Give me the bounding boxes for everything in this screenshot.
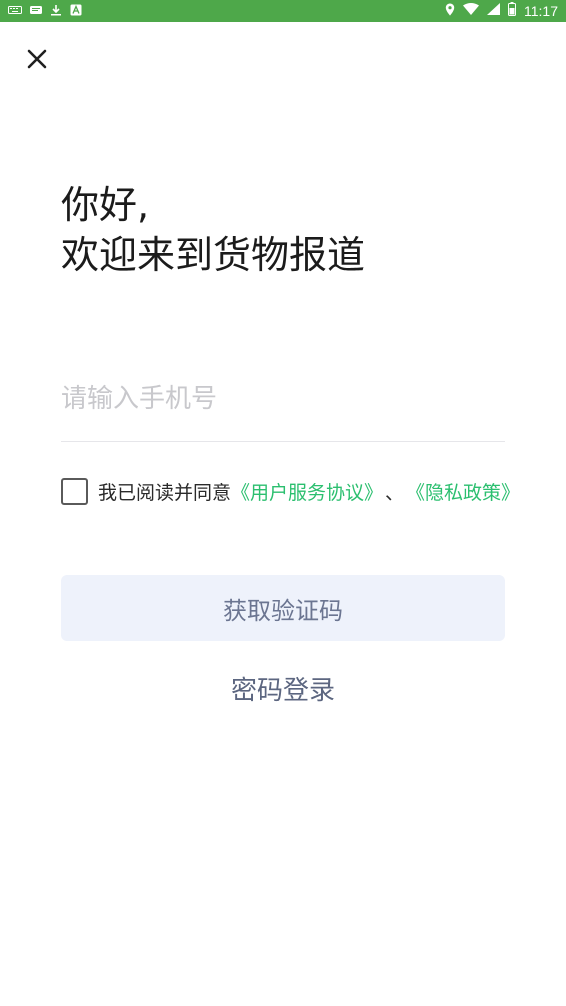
- agreement-prefix: 我已阅读并同意: [98, 482, 232, 504]
- agreement-row: 我已阅读并同意 《用户服务协议》 、 《隐私政策》: [61, 478, 520, 505]
- download-icon: [50, 4, 62, 18]
- close-icon: [27, 49, 47, 73]
- agreement-separator: 、: [385, 482, 405, 504]
- wifi-icon: [463, 3, 479, 19]
- password-login-link[interactable]: 密码登录: [0, 670, 566, 707]
- keyboard-icon: [8, 5, 22, 17]
- signal-icon: [487, 3, 500, 19]
- location-icon: [445, 3, 455, 20]
- phone-field-wrapper: [61, 370, 505, 442]
- greeting-line-2: 欢迎来到货物报道: [61, 233, 366, 277]
- greeting-line-1: 你好,: [61, 183, 150, 227]
- user-agreement-link[interactable]: 《用户服务协议》: [231, 478, 383, 505]
- a-icon: [70, 4, 82, 18]
- close-button[interactable]: [22, 46, 52, 76]
- battery-icon: [508, 2, 516, 20]
- status-bar-right: 11:17: [445, 2, 558, 20]
- get-code-button[interactable]: 获取验证码: [61, 575, 505, 641]
- status-time: 11:17: [524, 3, 558, 19]
- privacy-policy-link[interactable]: 《隐私政策》: [406, 478, 520, 505]
- greeting-title: 你好, 欢迎来到货物报道: [61, 180, 365, 280]
- status-bar: 11:17: [0, 0, 566, 22]
- status-bar-left: [8, 4, 82, 18]
- agreement-checkbox[interactable]: [61, 478, 88, 505]
- message-icon: [30, 5, 42, 17]
- phone-input[interactable]: [61, 370, 505, 428]
